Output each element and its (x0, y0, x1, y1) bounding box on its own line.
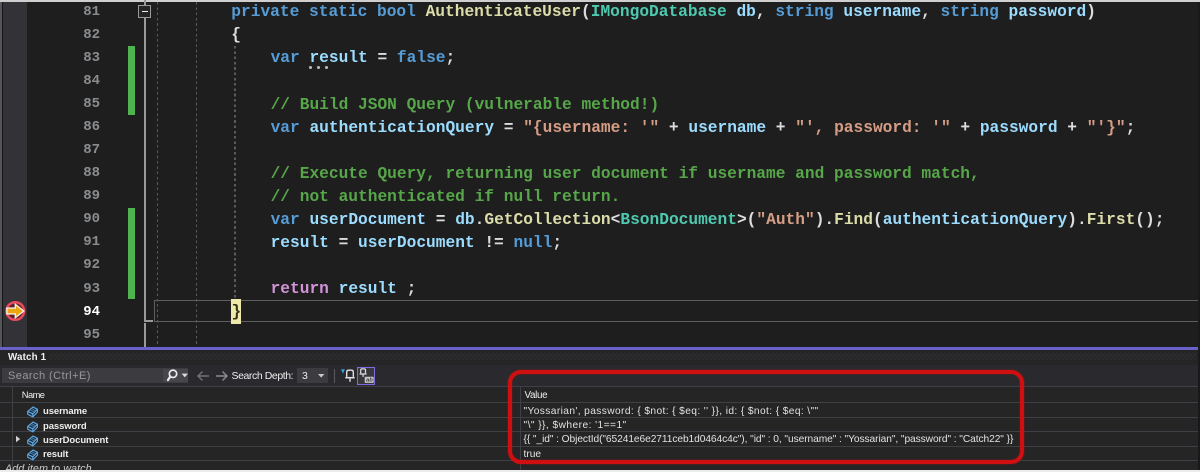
svg-text:ab: ab (366, 378, 373, 384)
